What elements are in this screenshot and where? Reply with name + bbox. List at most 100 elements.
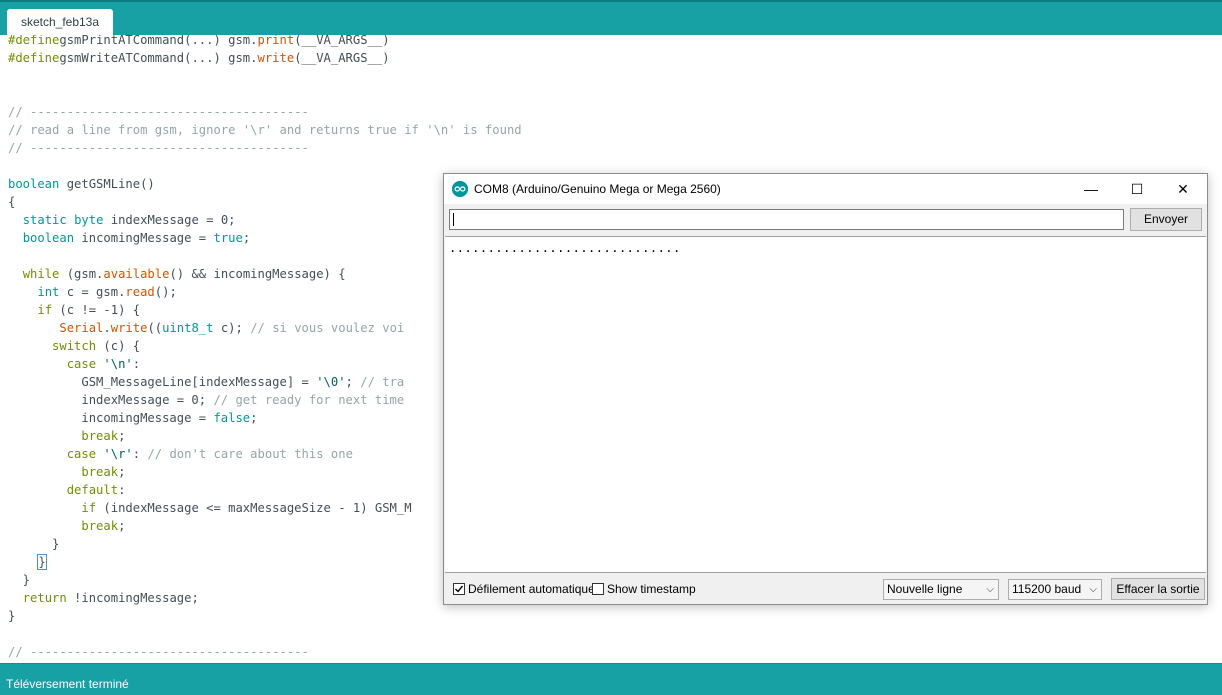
code-line: // read a line from gsm, ignore '\r' and…	[8, 121, 522, 139]
code-token: .	[103, 321, 111, 335]
code-token: byte	[74, 213, 104, 227]
code-token: case	[66, 357, 97, 371]
show-timestamp-checkbox[interactable]	[592, 583, 604, 595]
code-line: #definegsmWriteATCommand(...) gsm.write(…	[8, 49, 390, 67]
maximize-icon[interactable]: ☐	[1114, 174, 1160, 204]
code-token: }	[8, 537, 60, 551]
code-token: read	[125, 285, 155, 299]
status-message: Téléversement terminé	[6, 677, 129, 691]
code-token: gsmPrintATCommand(...) gsm.	[59, 35, 258, 47]
code-line: GSM_MessageLine[indexMessage] = '\0'; //…	[8, 373, 404, 391]
minimize-icon[interactable]: —	[1068, 174, 1114, 204]
code-token: incomingMessage =	[74, 231, 214, 245]
code-token: boolean	[8, 177, 60, 191]
code-line: // -------------------------------------…	[8, 103, 309, 121]
code-token: case	[66, 447, 97, 461]
code-token: // -------------------------------------…	[8, 105, 309, 119]
serial-output-text: ..............................	[449, 241, 681, 255]
chevron-down-icon: ⌵	[1089, 584, 1097, 595]
code-token: gsmWriteATCommand(...) gsm.	[59, 51, 258, 65]
code-token: '\0'	[316, 375, 346, 389]
autoscroll-checkbox[interactable]	[453, 583, 465, 595]
code-token: {	[8, 195, 16, 209]
code-token: () && incomingMessage) {	[169, 267, 346, 281]
code-token: (indexMessage <= maxMessageSize - 1) GSM…	[96, 501, 412, 515]
close-icon[interactable]: ✕	[1160, 174, 1206, 204]
code-token: ;	[345, 375, 361, 389]
code-token: (__VA_ARGS__)	[294, 35, 390, 47]
code-token: // -------------------------------------…	[8, 141, 309, 155]
code-line: static byte indexMessage = 0;	[8, 211, 236, 229]
code-token: false	[213, 411, 251, 425]
code-token: (__VA_ARGS__)	[294, 51, 390, 65]
autoscroll-label[interactable]: Défilement automatique	[468, 582, 595, 596]
code-line: int c = gsm.read();	[8, 283, 176, 301]
code-token: !incomingMessage;	[66, 591, 199, 605]
code-token: :	[132, 357, 141, 371]
code-token: break	[81, 519, 119, 533]
code-token: boolean	[22, 231, 75, 245]
code-line: if (c != -1) {	[8, 301, 140, 319]
code-token: :	[132, 447, 148, 461]
serial-monitor-titlebar[interactable]: COM8 (Arduino/Genuino Mega or Mega 2560)…	[444, 174, 1207, 204]
serial-output-area[interactable]: ..............................	[445, 236, 1206, 573]
code-token: ;	[118, 429, 126, 443]
code-token: // -------------------------------------…	[8, 645, 309, 659]
code-line: }	[8, 535, 59, 553]
code-token: ;	[118, 465, 126, 479]
code-token: #define	[8, 35, 60, 47]
code-line: }	[8, 607, 15, 625]
code-line: break;	[8, 463, 125, 481]
serial-send-input[interactable]	[449, 209, 1124, 230]
code-token: write	[110, 321, 148, 335]
code-line: default:	[8, 481, 126, 499]
send-button[interactable]: Envoyer	[1130, 208, 1202, 231]
code-line: return !incomingMessage;	[8, 589, 199, 607]
code-token: }	[37, 554, 47, 570]
code-token: break	[81, 465, 119, 479]
clear-output-button[interactable]: Effacer la sortie	[1111, 578, 1205, 600]
code-token: (gsm.	[59, 267, 104, 281]
code-line: }	[8, 553, 47, 571]
code-token: while	[22, 267, 60, 281]
code-token: ;	[242, 231, 251, 245]
line-ending-select[interactable]: Nouvelle ligne ⌵	[883, 579, 999, 600]
show-timestamp-label[interactable]: Show timestamp	[607, 582, 696, 596]
code-line: }	[8, 571, 30, 589]
baud-rate-select[interactable]: 115200 baud ⌵	[1008, 579, 1102, 600]
serial-monitor-footer: Défilement automatique Show timestamp No…	[444, 574, 1207, 604]
code-token: available	[103, 267, 170, 281]
code-line: boolean getGSMLine()	[8, 175, 155, 193]
code-token: print	[257, 35, 295, 47]
code-token: write	[257, 51, 295, 65]
code-token: (c) {	[96, 339, 141, 353]
tab-sketch[interactable]: sketch_feb13a	[7, 9, 113, 37]
code-token: (c != -1) {	[52, 303, 141, 317]
code-token: getGSMLine()	[59, 177, 155, 191]
code-token: // tra	[360, 375, 405, 389]
code-token: c = gsm.	[59, 285, 126, 299]
code-token: switch	[52, 339, 97, 353]
code-line: incomingMessage = false;	[8, 409, 257, 427]
code-token: static	[22, 213, 67, 227]
code-token: // get ready for next time	[213, 393, 405, 407]
code-line: case '\n':	[8, 355, 140, 373]
code-line: #definegsmPrintATCommand(...) gsm.print(…	[8, 35, 390, 49]
code-line: case '\r': // don't care about this one	[8, 445, 353, 463]
code-line: switch (c) {	[8, 337, 140, 355]
code-token: if	[81, 501, 97, 515]
code-token: GSM_MessageLine[indexMessage] =	[8, 375, 317, 389]
code-token: indexMessage = 0;	[8, 393, 214, 407]
